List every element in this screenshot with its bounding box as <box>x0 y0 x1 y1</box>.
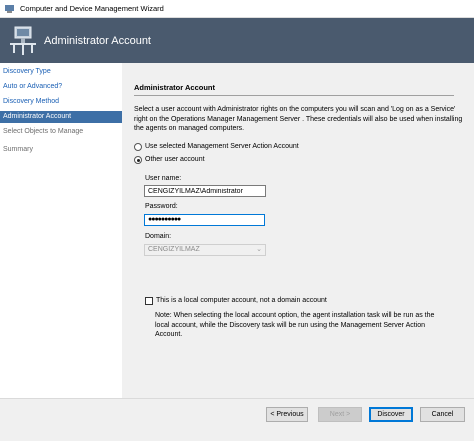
wizard-content: Administrator Account Select a user acco… <box>122 63 474 398</box>
nav-item-administrator-account[interactable]: Administrator Account <box>0 111 122 123</box>
nav-item-discovery-method[interactable]: Discovery Method <box>0 96 122 108</box>
cancel-button[interactable]: Cancel <box>420 407 465 422</box>
action-account-radio-label[interactable]: Use selected Management Server Action Ac… <box>145 143 299 150</box>
other-account-radio[interactable] <box>134 156 142 164</box>
password-label: Password: <box>145 203 178 210</box>
title-bar: Computer and Device Management Wizard <box>0 0 474 18</box>
local-account-note: Note: When selecting the local account o… <box>155 312 435 338</box>
computer-network-icon <box>10 26 36 55</box>
local-account-checkbox-label[interactable]: This is a local computer account, not a … <box>156 297 327 304</box>
domain-value: CENGIZYILMAZ <box>148 246 200 253</box>
username-field[interactable] <box>144 185 266 197</box>
previous-button[interactable]: < Previous <box>266 407 308 422</box>
password-field[interactable]: ●●●●●●●●●● <box>144 214 265 226</box>
nav-item-auto-or-advanced[interactable]: Auto or Advanced? <box>0 81 122 93</box>
heading-divider <box>134 95 454 96</box>
wizard-step-nav: Discovery Type Auto or Advanced? Discove… <box>0 63 122 398</box>
wizard-app-icon <box>5 5 14 13</box>
nav-item-select-objects: Select Objects to Manage <box>3 128 84 135</box>
window-title: Computer and Device Management Wizard <box>20 4 164 13</box>
other-account-radio-label[interactable]: Other user account <box>145 156 205 163</box>
wizard-banner: Administrator Account <box>0 18 474 63</box>
domain-dropdown: CENGIZYILMAZ ⌄ <box>144 244 266 256</box>
discover-button[interactable]: Discover <box>369 407 413 422</box>
chevron-down-icon: ⌄ <box>256 246 262 253</box>
nav-item-summary: Summary <box>3 146 33 153</box>
next-button: Next > <box>318 407 362 422</box>
page-heading: Administrator Account <box>134 83 215 92</box>
banner-title: Administrator Account <box>44 35 151 47</box>
action-account-radio[interactable] <box>134 143 142 151</box>
nav-item-discovery-type[interactable]: Discovery Type <box>0 66 122 78</box>
local-account-checkbox[interactable] <box>145 297 153 305</box>
domain-label: Domain: <box>145 233 172 240</box>
page-description: Select a user account with Administrator… <box>134 106 463 132</box>
username-label: User name: <box>145 175 182 182</box>
